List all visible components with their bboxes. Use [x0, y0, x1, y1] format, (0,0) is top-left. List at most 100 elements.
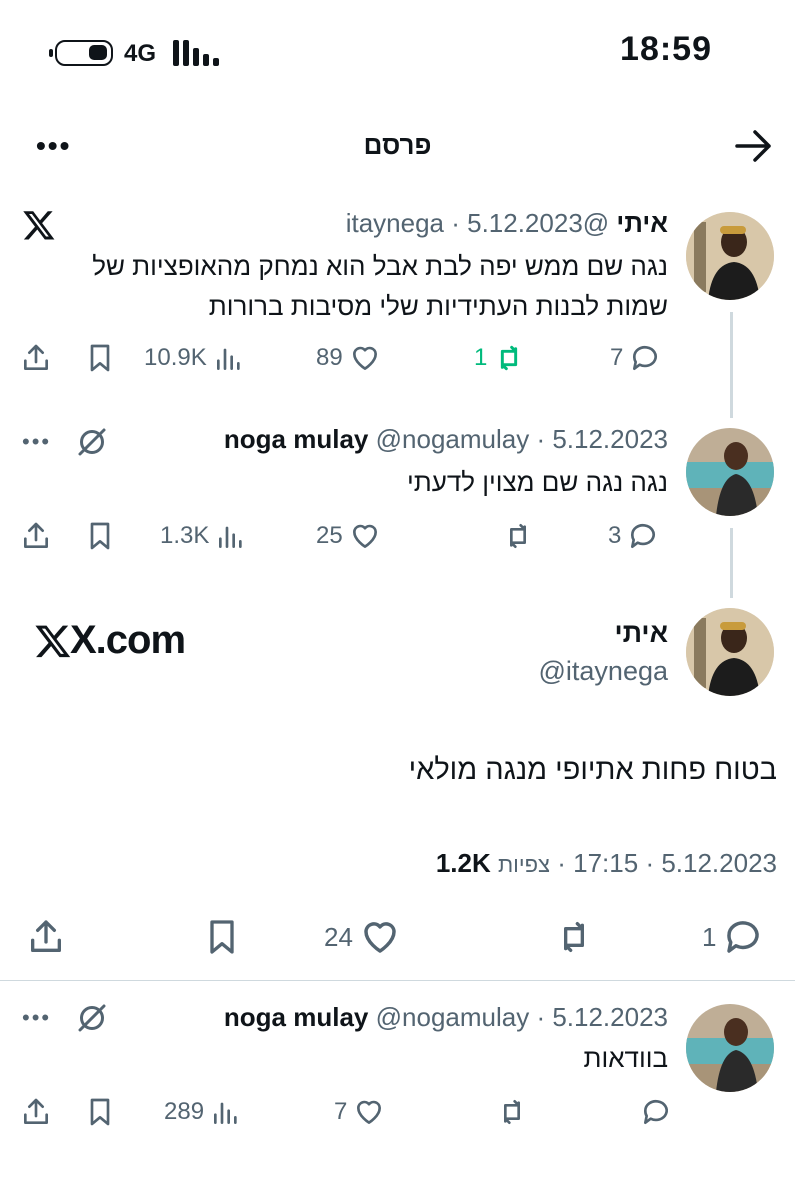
tweet-date[interactable]: 5.12.2023 — [552, 1002, 668, 1032]
display-name[interactable]: noga mulay — [224, 424, 368, 454]
x-logo-icon — [35, 625, 71, 657]
handle[interactable]: @nogamulay — [376, 1002, 530, 1032]
grok-icon[interactable] — [74, 1000, 110, 1036]
views-count: 289 — [164, 1098, 205, 1125]
views-count[interactable]: 1.2K — [436, 848, 491, 878]
heart-icon — [364, 922, 396, 953]
source-watermark: X.com — [34, 618, 186, 663]
clock: 18:59 — [620, 30, 712, 68]
share-button[interactable] — [20, 1092, 52, 1132]
heart-icon — [357, 1100, 382, 1124]
display-name[interactable]: noga mulay — [224, 1002, 368, 1032]
like-button[interactable]: 25 — [316, 516, 381, 556]
share-button[interactable] — [26, 912, 66, 962]
reply-count: 1 — [702, 921, 717, 952]
retweet-count: 1 — [474, 344, 488, 371]
views-count: 1.3K — [160, 522, 210, 549]
reply-icon — [633, 345, 658, 370]
analytics-icon — [216, 348, 240, 370]
more-options-icon[interactable]: ••• — [22, 998, 51, 1038]
like-count: 7 — [334, 1098, 348, 1125]
retweet-button[interactable] — [496, 516, 534, 556]
reply-icon — [727, 921, 760, 953]
tweet-time: 17:15 — [573, 848, 639, 878]
avatar[interactable] — [686, 428, 774, 516]
bookmark-icon — [90, 522, 110, 550]
avatar[interactable] — [686, 212, 774, 300]
signal-icon — [173, 40, 219, 66]
display-name[interactable]: איתי — [614, 618, 668, 649]
reply-count: 3 — [608, 522, 622, 549]
page-title: פרסם — [363, 130, 432, 160]
share-button[interactable] — [20, 516, 52, 556]
tweet-meta: 5.12.2023 · 17:15 · צפיות 1.2K — [435, 848, 777, 878]
tweet-actions: 10.9K 89 1 7 — [20, 338, 670, 378]
bookmark-button[interactable] — [84, 338, 116, 378]
retweet-icon — [564, 922, 584, 952]
top-bar: ••• פרסם — [0, 110, 795, 180]
tweet-text: בוודאות — [583, 1043, 668, 1073]
tweet-header: noga mulay @nogamulay · 5.12.2023 — [223, 1002, 668, 1032]
tweet-text: נגה שם ממש יפה לבת אבל הוא נמחק מהאופציו… — [92, 251, 668, 321]
tweet-date[interactable]: 5.12.2023 — [552, 424, 668, 454]
retweet-icon — [510, 524, 526, 548]
back-arrow-icon[interactable] — [731, 124, 775, 168]
like-button[interactable]: 89 — [316, 338, 381, 378]
reply-button[interactable]: 1 — [702, 912, 764, 962]
tweet-date: 5.12.2023 — [661, 848, 777, 878]
avatar[interactable] — [686, 608, 774, 696]
tweet-date[interactable]: 5.12.2023 — [467, 208, 583, 238]
like-count: 89 — [316, 344, 343, 371]
heart-icon — [352, 346, 377, 370]
avatar[interactable] — [686, 1004, 774, 1092]
thread-line — [730, 528, 733, 598]
like-button[interactable]: 7 — [334, 1092, 385, 1132]
retweet-icon — [501, 345, 518, 371]
views-button[interactable]: 1.3K — [160, 516, 247, 556]
reply-icon — [643, 1099, 668, 1124]
like-count: 24 — [324, 921, 353, 952]
bookmark-button[interactable] — [202, 912, 242, 962]
views-button[interactable]: 10.9K — [144, 338, 245, 378]
share-icon — [30, 920, 61, 952]
reply-button[interactable]: 3 — [608, 516, 659, 556]
source-label: X.com — [70, 618, 186, 662]
retweet-button[interactable]: 1 — [474, 338, 525, 378]
divider — [0, 980, 795, 981]
heart-icon — [352, 524, 377, 548]
views-button[interactable]: 289 — [164, 1092, 242, 1132]
tweet-text: נגה נגה שם מצוין לדעתי — [406, 467, 668, 497]
thread-line — [730, 312, 733, 418]
reply-count: 7 — [610, 344, 624, 371]
share-icon — [24, 522, 48, 548]
battery-icon — [49, 40, 113, 66]
tweet-text: בטוח פחות אתיופי מנגה מולאי — [408, 754, 777, 786]
bookmark-icon — [210, 920, 234, 954]
like-button[interactable]: 24 — [324, 912, 401, 962]
tweet-actions: 24 1 — [20, 912, 780, 962]
handle[interactable]: @nogamulay — [376, 424, 530, 454]
like-count: 25 — [316, 522, 343, 549]
analytics-icon — [214, 1102, 237, 1124]
retweet-button[interactable] — [496, 1092, 528, 1132]
bookmark-button[interactable] — [84, 1092, 116, 1132]
retweet-icon — [504, 1100, 520, 1124]
bookmark-icon — [90, 344, 110, 372]
share-button[interactable] — [20, 338, 52, 378]
analytics-icon — [219, 526, 243, 548]
display-name[interactable]: איתי — [616, 208, 668, 238]
retweet-button[interactable] — [554, 912, 594, 962]
handle[interactable]: @itaynega — [539, 656, 669, 687]
more-options-icon[interactable]: ••• — [22, 422, 51, 462]
grok-icon[interactable] — [74, 424, 110, 460]
bookmark-button[interactable] — [84, 516, 116, 556]
reply-button[interactable]: 7 — [610, 338, 661, 378]
network-label: 4G — [124, 40, 157, 67]
share-icon — [24, 1098, 48, 1124]
tweet-header: noga mulay @nogamulay · 5.12.2023 — [223, 424, 668, 454]
share-icon — [24, 344, 48, 370]
reply-button[interactable] — [634, 1092, 672, 1132]
tweet-header: איתי @itaynega · 5.12.2023 — [345, 208, 668, 238]
views-count: 10.9K — [144, 344, 207, 371]
status-bar: 4G 18:59 — [0, 0, 795, 110]
